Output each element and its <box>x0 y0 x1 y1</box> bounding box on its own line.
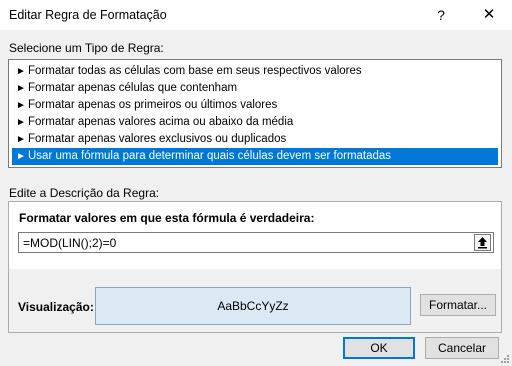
rule-type-item[interactable]: ► Formatar apenas os primeiros ou últimos… <box>12 97 498 114</box>
rule-type-item-label: Formatar apenas valores exclusivos ou du… <box>28 133 287 145</box>
rule-type-item-label: Usar uma fórmula para determinar quais c… <box>28 150 392 162</box>
rule-type-item[interactable]: ► Formatar apenas valores exclusivos ou d… <box>12 131 498 148</box>
collapse-dialog-icon <box>478 237 487 249</box>
formula-area: Formatar valores em que esta fórmula é v… <box>9 202 501 269</box>
rule-type-item[interactable]: ► Formatar apenas células que contenham <box>12 80 498 97</box>
rule-type-item-label: Formatar apenas os primeiros ou últimos … <box>28 99 278 111</box>
item-arrow-icon: ► <box>16 134 26 145</box>
formula-input[interactable]: =MOD(LIN();2)=0 <box>18 232 494 253</box>
item-arrow-icon: ► <box>16 83 26 94</box>
ok-button[interactable]: OK <box>343 337 415 359</box>
dialog-title: Editar Regra de Formatação <box>9 8 167 22</box>
rule-description-panel: Formatar valores em que esta fórmula é v… <box>8 201 502 333</box>
close-button[interactable]: ✕ <box>476 4 502 26</box>
item-arrow-icon: ► <box>16 151 26 162</box>
rule-type-label: Selecione um Tipo de Regra: <box>9 41 164 55</box>
format-button[interactable]: Formatar... <box>420 294 496 316</box>
formula-value[interactable]: =MOD(LIN();2)=0 <box>23 236 116 250</box>
rule-type-item-label: Formatar apenas valores acima ou abaixo … <box>28 116 294 128</box>
item-arrow-icon: ► <box>16 117 26 128</box>
item-arrow-icon: ► <box>16 100 26 111</box>
formula-label: Formatar valores em que esta fórmula é v… <box>19 211 315 225</box>
cancel-button[interactable]: Cancelar <box>425 337 499 359</box>
collapse-dialog-button[interactable] <box>474 234 491 251</box>
rule-type-item[interactable]: ► Formatar todas as células com base em s… <box>12 63 498 80</box>
rule-type-item-label: Formatar todas as células com base em se… <box>28 65 362 77</box>
title-bar: Editar Regra de Formatação ? ✕ <box>0 0 512 30</box>
rule-type-list[interactable]: ► Formatar todas as células com base em s… <box>8 59 502 168</box>
item-arrow-icon: ► <box>16 66 26 77</box>
help-button[interactable]: ? <box>428 4 454 26</box>
rule-description-label: Edite a Descrição da Regra: <box>9 186 160 200</box>
format-preview: AaBbCcYyZz <box>95 287 411 325</box>
resize-grip-icon[interactable] <box>499 353 509 363</box>
preview-label: Visualização: <box>18 300 94 314</box>
rule-type-item[interactable]: ► Formatar apenas valores acima ou abaixo… <box>12 114 498 131</box>
rule-type-item-label: Formatar apenas células que contenham <box>28 82 238 94</box>
rule-type-item-selected[interactable]: ► Usar uma fórmula para determinar quais … <box>12 148 498 165</box>
